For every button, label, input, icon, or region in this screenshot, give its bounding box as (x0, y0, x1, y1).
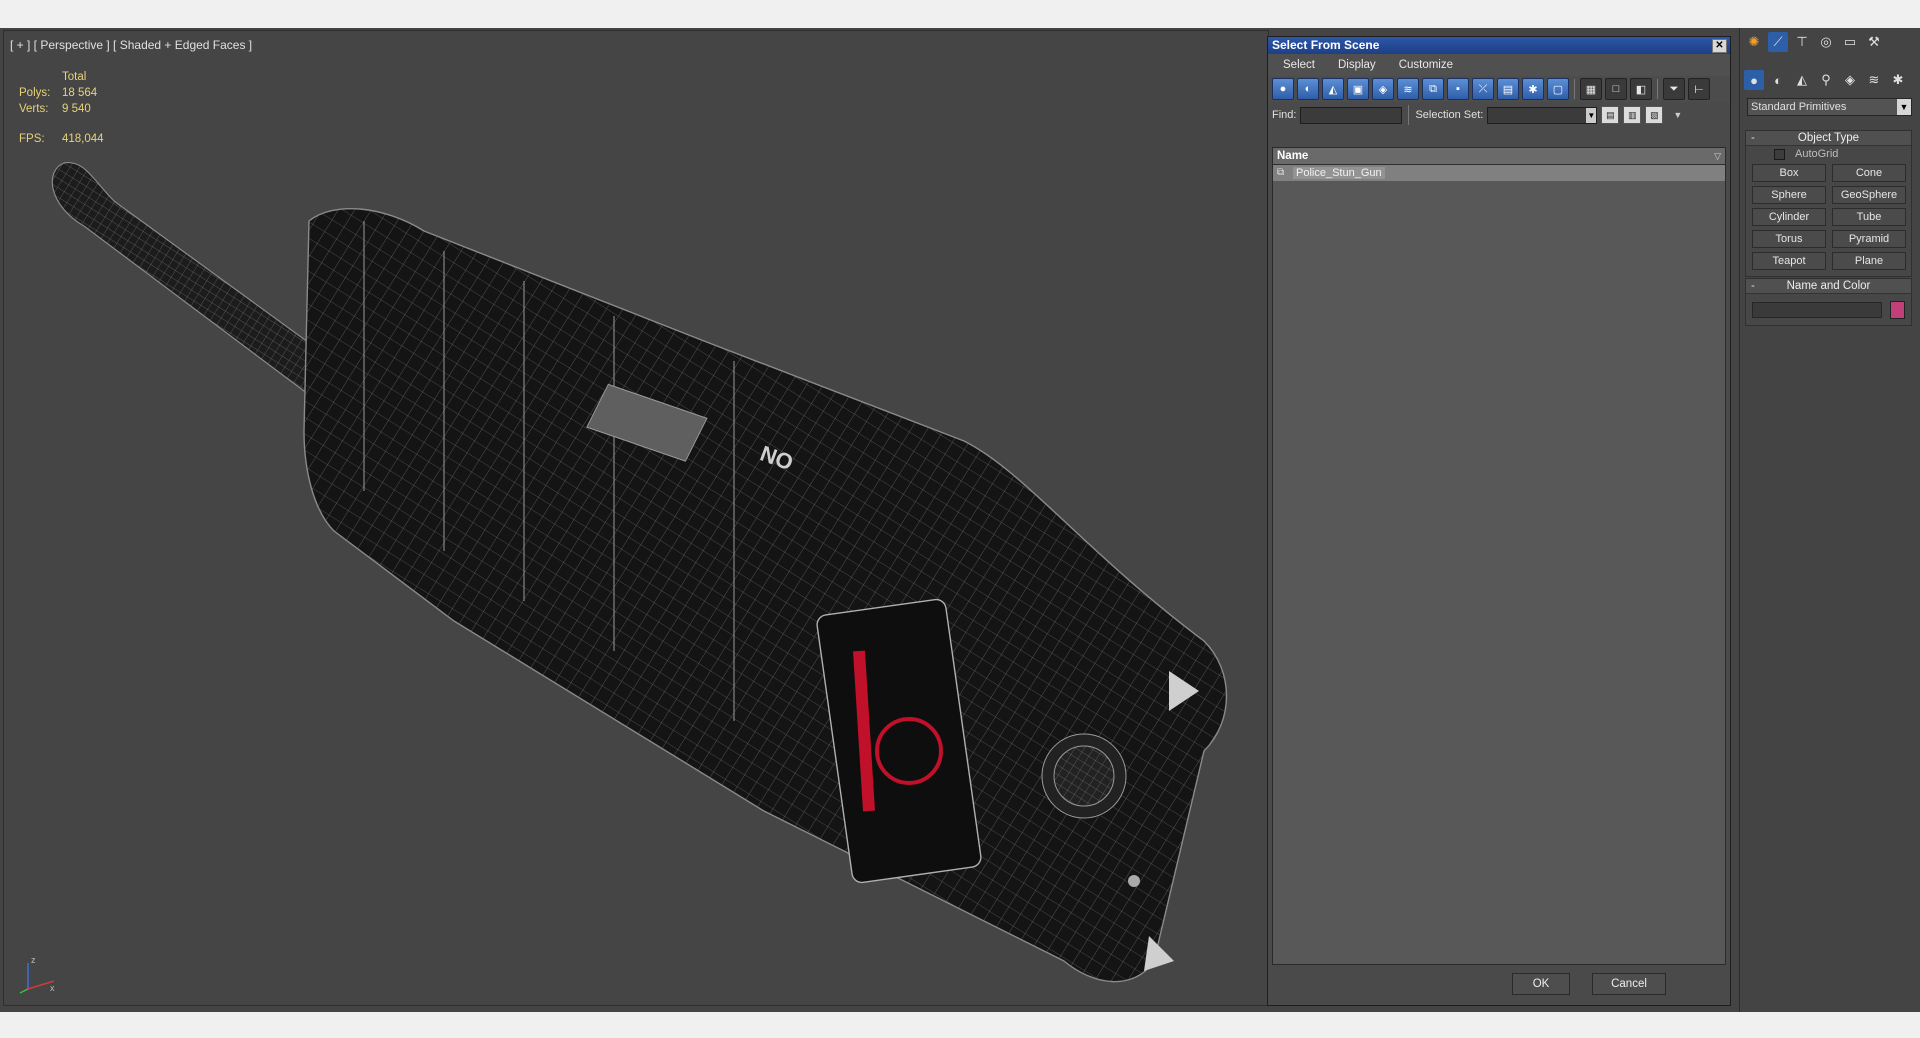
menu-select[interactable]: Select (1283, 59, 1315, 71)
name-and-color-header[interactable]: - Name and Color (1746, 279, 1911, 294)
cameras-icon[interactable]: ⚲ (1816, 70, 1836, 90)
create-category-tabs: ● ◐ ◭ ⚲ ◈ ≋ ✱ (1744, 70, 1908, 90)
pyramid-button[interactable]: Pyramid (1832, 230, 1906, 248)
select-from-scene-dialog: Select From Scene ✕ Select Display Custo… (1267, 36, 1731, 1006)
tube-button[interactable]: Tube (1832, 208, 1906, 226)
lights-icon[interactable]: ◭ (1792, 70, 1812, 90)
cone-button[interactable]: Cone (1832, 164, 1906, 182)
dialog-toolbar: ● ◐ ◭ ▣ ◈ ≋ ⧉ ▪ ⤫ ▤ ✱ ▢ ▦ □ ◧ ⏷ ⊢ (1268, 76, 1730, 102)
filter-shapes-icon[interactable]: ◐ (1297, 78, 1319, 100)
hierarchy-tab-icon[interactable]: ⊤ (1792, 32, 1812, 52)
motion-tab-icon[interactable]: ◎ (1816, 32, 1836, 52)
display-tab-icon[interactable]: ▭ (1840, 32, 1860, 52)
hierarchy-icon[interactable]: ⊢ (1688, 78, 1710, 100)
object-name-input[interactable] (1752, 302, 1882, 318)
stun-gun-wireframe-model[interactable]: ON (4, 31, 1268, 1005)
primitive-buttons: Box Cone Sphere GeoSphere Cylinder Tube … (1746, 162, 1911, 276)
sphere-button[interactable]: Sphere (1752, 186, 1826, 204)
primitives-dropdown[interactable]: Standard Primitives ▼ (1747, 98, 1912, 116)
teapot-button[interactable]: Teapot (1752, 252, 1826, 270)
list-item[interactable]: ⧉ Police_Stun_Gun (1273, 165, 1725, 181)
autogrid-checkbox[interactable] (1774, 148, 1785, 160)
find-input[interactable] (1300, 106, 1403, 124)
box-button[interactable]: Box (1752, 164, 1826, 182)
systems-icon[interactable]: ✱ (1888, 70, 1908, 90)
shapes-icon[interactable]: ◐ (1768, 70, 1788, 90)
filter-groups-icon[interactable]: ⧉ (1422, 78, 1444, 100)
list-item-name: Police_Stun_Gun (1293, 167, 1385, 179)
geometry-object-icon: ⧉ (1277, 167, 1285, 178)
sun-icon[interactable]: ✺ (1744, 32, 1764, 52)
svg-text:z: z (31, 955, 36, 965)
filter-lights-icon[interactable]: ◭ (1322, 78, 1344, 100)
selection-set-label: Selection Set: (1415, 109, 1484, 121)
find-bar: Find: Selection Set: ▼ ▤ ▥ ▧ ▼ (1268, 102, 1730, 128)
delete-selection-set-icon[interactable]: ▧ (1645, 106, 1664, 124)
spacewarps-icon[interactable]: ≋ (1864, 70, 1884, 90)
filter-cameras-icon[interactable]: ▣ (1347, 78, 1369, 100)
perspective-viewport[interactable]: [ + ] [ Perspective ] [ Shaded + Edged F… (3, 30, 1269, 1006)
object-type-header[interactable]: - Object Type (1746, 131, 1911, 146)
find-label: Find: (1272, 109, 1297, 121)
command-panel-tabs: ✺ ⟋ ⊤ ◎ ▭ ⚒ (1744, 32, 1884, 52)
command-panel: ✺ ⟋ ⊤ ◎ ▭ ⚒ ● ◐ ◭ ⚲ ◈ ≋ ✱ Standard Primi… (1739, 28, 1920, 1012)
app-window: [ + ] [ Perspective ] [ Shaded + Edged F… (0, 28, 1920, 1012)
filter-geometry-icon[interactable]: ● (1272, 78, 1294, 100)
utilities-tab-icon[interactable]: ⚒ (1864, 32, 1884, 52)
name-and-color-rollout: - Name and Color (1745, 278, 1912, 326)
dialog-title: Select From Scene (1272, 38, 1380, 52)
autogrid-checkbox-row[interactable]: AutoGrid (1746, 146, 1911, 162)
chevron-down-icon[interactable]: ▼ (1586, 107, 1597, 123)
sort-icon[interactable]: ▽ (1714, 148, 1721, 164)
object-list[interactable]: Name ▽ ⧉ Police_Stun_Gun (1272, 147, 1726, 965)
create-tab-icon[interactable]: ⟋ (1768, 32, 1788, 52)
filter-frozen-icon[interactable]: ✱ (1522, 78, 1544, 100)
cylinder-button[interactable]: Cylinder (1752, 208, 1826, 226)
dialog-footer: OK Cancel (1272, 965, 1724, 1001)
dialog-title-bar[interactable]: Select From Scene ✕ (1268, 37, 1730, 54)
close-icon[interactable]: ✕ (1712, 39, 1727, 53)
filter-bones-icon[interactable]: ⤫ (1472, 78, 1494, 100)
geosphere-button[interactable]: GeoSphere (1832, 186, 1906, 204)
filter-spacewarps-icon[interactable]: ≋ (1397, 78, 1419, 100)
geometry-icon[interactable]: ● (1744, 70, 1764, 90)
plane-button[interactable]: Plane (1832, 252, 1906, 270)
bottom-margin (0, 1012, 1920, 1038)
dialog-menubar: Select Display Customize (1268, 54, 1730, 76)
cancel-button[interactable]: Cancel (1592, 973, 1666, 995)
toolbar-overflow-icon[interactable]: ▼ (1673, 110, 1682, 120)
edit-selection-set-icon[interactable]: ▥ (1623, 106, 1642, 124)
object-color-swatch[interactable] (1890, 301, 1905, 319)
axis-gizmo-icon: z x (19, 955, 55, 994)
selection-set-dropdown[interactable]: ▼ (1487, 106, 1598, 124)
filter-hidden-icon[interactable]: ▢ (1547, 78, 1569, 100)
filter-containers-icon[interactable]: ▤ (1497, 78, 1519, 100)
helpers-icon[interactable]: ◈ (1840, 70, 1860, 90)
chevron-down-icon[interactable]: ▼ (1897, 99, 1911, 115)
filter-helpers-icon[interactable]: ◈ (1372, 78, 1394, 100)
select-all-icon[interactable]: ▦ (1580, 78, 1602, 100)
select-invert-icon[interactable]: ◧ (1630, 78, 1652, 100)
select-none-icon[interactable]: □ (1605, 78, 1627, 100)
list-header-name[interactable]: Name ▽ (1273, 148, 1725, 165)
menu-display[interactable]: Display (1338, 59, 1376, 71)
ok-button[interactable]: OK (1512, 973, 1570, 995)
filter-icon[interactable]: ⏷ (1663, 78, 1685, 100)
menu-customize[interactable]: Customize (1399, 59, 1453, 71)
filter-xrefs-icon[interactable]: ▪ (1447, 78, 1469, 100)
object-type-rollout: - Object Type AutoGrid Box Cone Sphere Ge… (1745, 130, 1912, 277)
torus-button[interactable]: Torus (1752, 230, 1826, 248)
create-selection-set-icon[interactable]: ▤ (1601, 106, 1620, 124)
svg-text:x: x (50, 983, 55, 993)
